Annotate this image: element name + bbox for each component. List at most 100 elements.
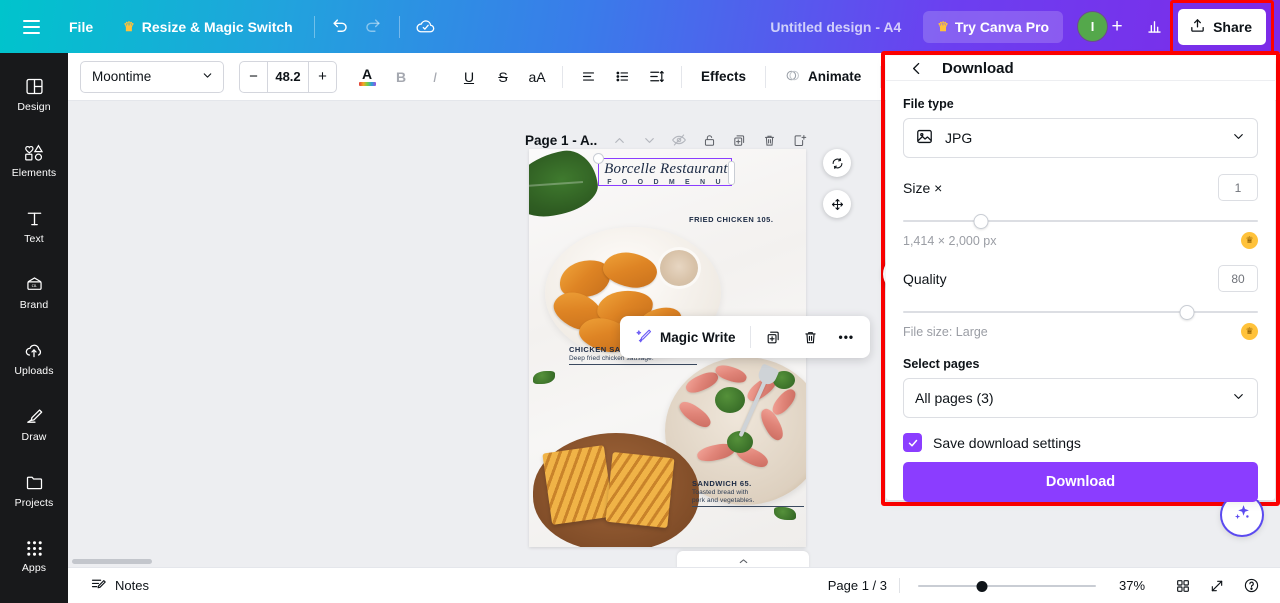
slider-thumb[interactable] [1179,305,1195,320]
align-left-icon[interactable] [572,60,604,94]
letter-case-button[interactable]: aA [521,60,553,94]
sandwich-half [605,451,675,529]
text-color-button[interactable]: A [351,60,383,94]
panel-body: File type JPG Size × 1 1,414 × 2,000 px [886,81,1275,452]
menu-item-name: SANDWICH 65. [692,479,752,488]
sidebar-item-text[interactable]: Text [0,193,68,259]
zoom-slider[interactable] [918,578,1096,594]
panel-footer: Download [886,452,1275,516]
sidebar-item-design[interactable]: Design [0,61,68,127]
checkbox-checked[interactable] [903,433,922,452]
folder-icon [24,472,45,493]
notes-icon [90,576,107,596]
menu-item-sandwich[interactable]: SANDWICH 65. Toasted bread with pork and… [692,479,804,507]
magic-write-button[interactable]: Magic Write [626,320,746,354]
sandwich-half [542,445,614,525]
italic-label: I [433,68,437,85]
effects-button[interactable]: Effects [691,60,756,94]
save-settings-checkbox-row[interactable]: Save download settings [903,433,1258,452]
crown-icon: ♛ [1241,232,1258,249]
page-title[interactable]: Page 1 - A.. [525,133,597,148]
magic-write-label: Magic Write [660,329,736,345]
strike-label: S [498,68,508,85]
file-type-select[interactable]: JPG [903,118,1258,158]
try-canva-pro-button[interactable]: ♛ Try Canva Pro [923,10,1064,43]
horizontal-scrollbar[interactable] [72,559,152,564]
quality-slider[interactable] [903,303,1258,321]
size-row: Size × 1 [903,174,1258,201]
bar-chart-icon[interactable] [1138,11,1170,43]
sidebar-item-brand[interactable]: co. Brand [0,259,68,325]
sidebar-item-apps[interactable]: Apps [0,523,68,589]
notes-button[interactable]: Notes [82,571,157,601]
undo-icon[interactable] [325,11,357,43]
zoom-level[interactable]: 37% [1110,578,1154,593]
menu-item-fried-chicken[interactable]: FRIED CHICKEN 105. [689,215,801,224]
trash-icon[interactable] [792,320,829,354]
expand-icon[interactable] [1202,571,1232,601]
magic-wand-icon [636,327,653,347]
add-collaborator-button[interactable]: + [1102,12,1132,42]
sidebar-item-projects[interactable]: Projects [0,457,68,523]
size-input[interactable]: 1 [1218,174,1258,201]
bold-button[interactable]: B [385,60,417,94]
chevron-left-icon[interactable] [904,56,928,80]
share-button[interactable]: Share [1178,8,1266,45]
rotate-icon[interactable] [823,149,851,177]
crown-icon: ♛ [123,19,135,34]
italic-button[interactable]: I [419,60,451,94]
more-options-button[interactable]: ••• [829,320,865,354]
font-size-increase-button[interactable]: + [309,62,336,92]
animate-button[interactable]: Animate [775,60,871,94]
duplicate-icon[interactable] [755,320,792,354]
help-icon[interactable] [1236,571,1266,601]
redo-icon[interactable] [357,11,389,43]
font-family-select[interactable]: Moontime [80,60,224,93]
file-menu-button[interactable]: File [58,12,104,42]
animate-icon [785,67,802,87]
underline-button[interactable]: U [453,60,485,94]
document-title[interactable]: Untitled design - A4 [758,13,913,41]
text-cursor-handle[interactable] [728,161,735,185]
selection-handle[interactable] [593,153,604,164]
file-size-row: File size: Large ♛ [903,323,1258,340]
divider [765,65,767,88]
animate-label: Animate [808,69,862,84]
bullet-list-icon[interactable] [606,60,638,94]
crown-icon: ♛ [1241,323,1258,340]
selection-box[interactable] [593,153,735,186]
brand-icon: co. [24,274,45,295]
file-type-value: JPG [945,130,973,146]
download-panel: Download File type JPG Size × 1 1,414 × … [886,56,1275,502]
grid-view-icon[interactable] [1168,571,1198,601]
size-slider[interactable] [903,212,1258,230]
color-swatch [358,81,376,86]
strikethrough-button[interactable]: S [487,60,519,94]
sidebar-label: Text [24,232,44,245]
font-size-group: − 48.2 + [239,60,337,93]
font-size-input[interactable]: 48.2 [267,61,309,92]
divider [880,65,882,88]
sidebar-item-uploads[interactable]: Uploads [0,325,68,391]
layout-icon [24,76,45,97]
divider [398,15,400,38]
hamburger-icon[interactable] [16,12,46,42]
page-collapse-handle[interactable] [677,551,809,567]
slider-track [903,311,1258,313]
sidebar-item-draw[interactable]: Draw [0,391,68,457]
move-icon[interactable] [823,190,851,218]
font-family-value: Moontime [92,69,152,84]
select-pages-dropdown[interactable]: All pages (3) [903,378,1258,418]
font-size-decrease-button[interactable]: − [240,62,267,92]
download-button[interactable]: Download [903,462,1258,502]
zoom-thumb[interactable] [976,580,988,592]
quality-input[interactable]: 80 [1218,265,1258,292]
resize-magic-switch-button[interactable]: ♛ Resize & Magic Switch [112,12,304,42]
collaborators: I + [1077,11,1132,42]
slider-thumb[interactable] [973,214,989,229]
bottom-bar: Notes Page 1 / 3 37% [68,567,1280,603]
line-spacing-icon[interactable] [640,60,672,94]
divider [681,65,682,88]
sidebar-item-elements[interactable]: Elements [0,127,68,193]
cloud-check-icon[interactable] [410,11,442,43]
